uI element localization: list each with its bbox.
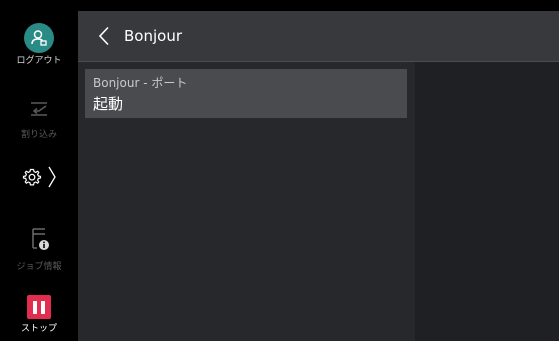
interrupt-icon bbox=[28, 96, 50, 122]
logout-button[interactable]: ログアウト bbox=[0, 23, 78, 67]
detail-panel bbox=[415, 62, 559, 341]
chevron-right-icon bbox=[48, 166, 56, 188]
logout-label: ログアウト bbox=[16, 56, 62, 66]
header-bar: Bonjour bbox=[78, 11, 559, 62]
page-title: Bonjour bbox=[124, 27, 182, 45]
job-info-icon bbox=[28, 226, 50, 254]
interrupt-button[interactable]: 割り込み bbox=[0, 96, 78, 141]
list-item-title: Bonjour - ポート bbox=[93, 76, 188, 90]
list-item-bonjour-port[interactable]: Bonjour - ポート 起動 bbox=[85, 69, 407, 118]
job-info-label: ジョブ情報 bbox=[16, 262, 62, 272]
job-info-button[interactable]: ジョブ情報 bbox=[0, 226, 78, 273]
gear-icon bbox=[22, 168, 42, 186]
settings-list: Bonjour - ポート 起動 bbox=[78, 62, 415, 341]
user-logout-icon bbox=[24, 23, 54, 53]
stop-label: ストップ bbox=[20, 324, 57, 334]
list-item-value: 起動 bbox=[93, 95, 124, 113]
app-screen: ログアウト 割り込み ジョブ情報 ストップ Bonjour Bonjour - … bbox=[0, 0, 559, 341]
left-rail: ログアウト 割り込み ジョブ情報 ストップ bbox=[0, 0, 78, 341]
pause-icon bbox=[27, 295, 51, 319]
settings-button[interactable] bbox=[0, 166, 78, 188]
back-button[interactable] bbox=[86, 11, 122, 61]
chevron-left-icon bbox=[98, 26, 109, 46]
stop-button[interactable]: ストップ bbox=[0, 295, 78, 335]
settings-row bbox=[22, 166, 56, 188]
interrupt-label: 割り込み bbox=[20, 130, 57, 140]
